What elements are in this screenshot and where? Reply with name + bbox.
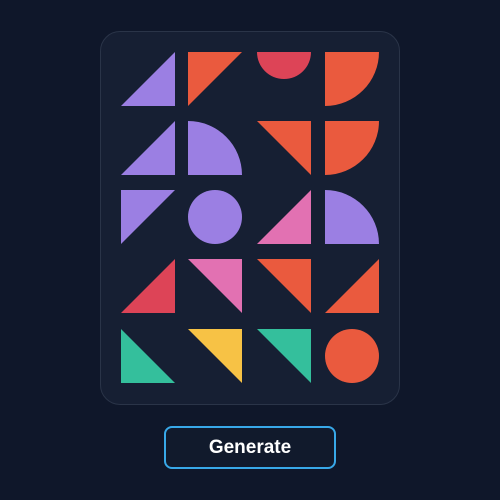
triangle-top-right-shape — [188, 329, 242, 383]
shape-tile-circle-purple — [188, 190, 242, 244]
half-circle-bottom-shape — [257, 52, 311, 79]
shape-grid — [0, 0, 500, 500]
shape-tile-triangle-bottom-right-red — [121, 259, 175, 313]
quarter-circle-top-left-shape — [325, 52, 379, 106]
shape-tile-triangle-bottom-right-orange — [325, 259, 379, 313]
shape-tile-triangle-top-right-yellow — [188, 329, 242, 383]
shape-tile-triangle-top-right-teal — [257, 329, 311, 383]
triangle-bottom-right-shape — [257, 190, 311, 244]
shape-tile-triangle-bottom-right-purple — [121, 121, 175, 175]
triangle-bottom-left-shape — [121, 329, 175, 383]
triangle-bottom-right-shape — [121, 259, 175, 313]
generate-button[interactable]: Generate — [164, 426, 336, 469]
shape-tile-quarter-circle-bottom-left-purple — [188, 121, 242, 175]
circle-shape — [188, 190, 242, 244]
triangle-top-right-shape — [257, 121, 311, 175]
triangle-top-left-shape — [188, 52, 242, 106]
shape-tile-triangle-bottom-right-pink — [257, 190, 311, 244]
triangle-top-left-shape — [121, 190, 175, 244]
triangle-top-right-shape — [188, 259, 242, 313]
triangle-bottom-right-shape — [121, 52, 175, 106]
shape-tile-quarter-circle-top-left-orange — [325, 52, 379, 106]
shape-tile-quarter-circle-top-left-orange — [325, 121, 379, 175]
quarter-circle-top-left-shape — [325, 121, 379, 175]
quarter-circle-bottom-left-shape — [188, 121, 242, 175]
shape-tile-quarter-circle-bottom-left-purple — [325, 190, 379, 244]
shape-tile-triangle-bottom-right-purple — [121, 52, 175, 106]
shape-tile-triangle-top-right-pink — [188, 259, 242, 313]
shape-tile-triangle-top-right-orange — [257, 121, 311, 175]
shape-tile-half-circle-bottom-red — [257, 52, 311, 106]
circle-shape — [325, 329, 379, 383]
triangle-bottom-right-shape — [121, 121, 175, 175]
shape-tile-triangle-top-left-purple — [121, 190, 175, 244]
triangle-top-right-shape — [257, 259, 311, 313]
shape-tile-circle-orange — [325, 329, 379, 383]
shape-tile-triangle-bottom-left-teal — [121, 329, 175, 383]
triangle-bottom-right-shape — [325, 259, 379, 313]
triangle-top-right-shape — [257, 329, 311, 383]
quarter-circle-bottom-left-shape — [325, 190, 379, 244]
app-stage: Generate — [0, 0, 500, 500]
shape-tile-triangle-top-right-orange — [257, 259, 311, 313]
shape-tile-triangle-top-left-orange — [188, 52, 242, 106]
